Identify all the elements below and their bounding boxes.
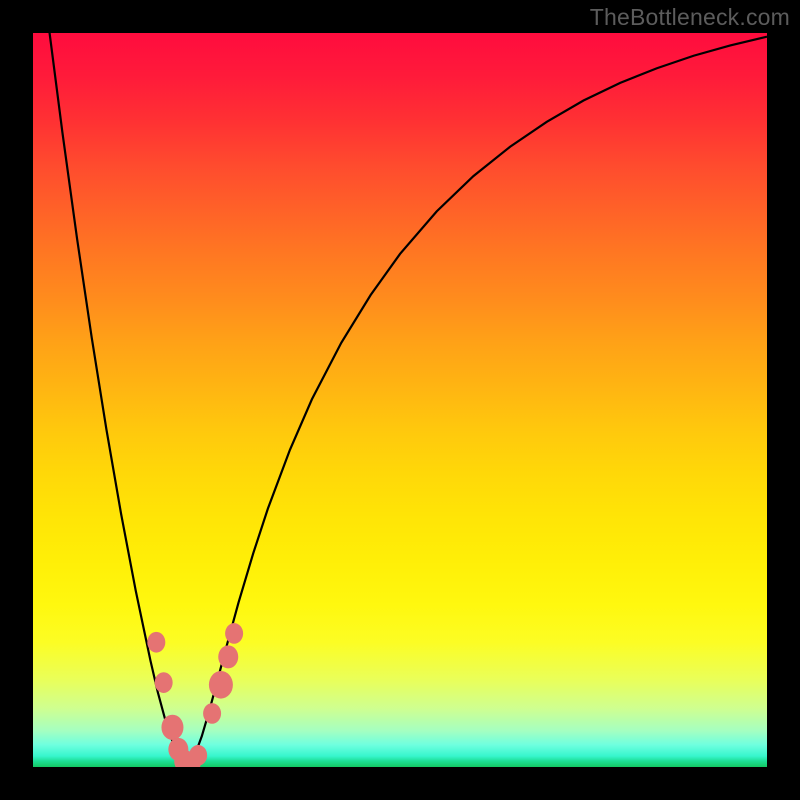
bottleneck-curve	[33, 33, 767, 767]
curve-marker	[189, 745, 207, 766]
curve-marker	[155, 672, 173, 693]
curve-marker	[203, 703, 221, 724]
outer-frame: TheBottleneck.com	[0, 0, 800, 800]
chart-svg	[33, 33, 767, 767]
curve-marker	[218, 645, 238, 668]
curve-marker	[209, 671, 233, 699]
plot-area	[33, 33, 767, 767]
curve-marker	[147, 632, 165, 653]
marker-group	[147, 623, 243, 767]
curve-marker	[225, 623, 243, 644]
curve-marker	[161, 715, 183, 740]
watermark-text: TheBottleneck.com	[590, 4, 790, 31]
